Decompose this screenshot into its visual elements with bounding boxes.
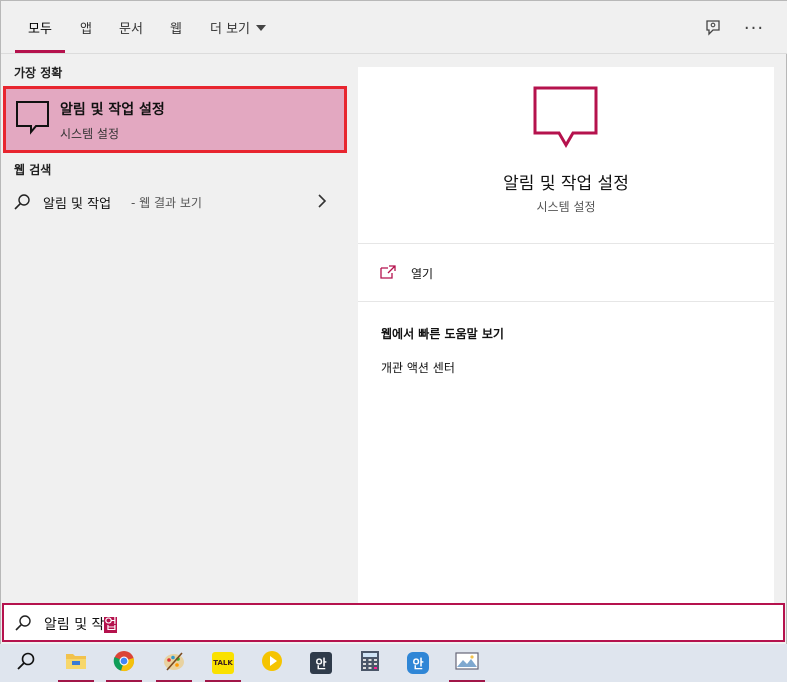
notification-icon (531, 85, 601, 155)
web-result-suffix: - 웹 결과 보기 (131, 196, 202, 210)
taskbar-kakaotalk[interactable]: TALK (203, 644, 243, 682)
image-viewer-icon (455, 651, 479, 675)
taskbar: TALK 안 안 (0, 644, 787, 682)
taskbar-hangul-viewer[interactable]: 안 (398, 644, 438, 682)
folder-icon (65, 651, 87, 675)
taskbar-chrome[interactable] (104, 644, 144, 682)
preview-title: 알림 및 작업 설정 (503, 174, 629, 194)
web-help-link[interactable]: 개관 액션 센터 (381, 359, 455, 376)
best-match-title: 알림 및 작업 설정 (60, 102, 165, 118)
best-match-result[interactable]: 알림 및 작업 설정 시스템 설정 (3, 86, 347, 153)
search-icon (16, 651, 36, 675)
taskbar-search-button[interactable] (6, 644, 46, 682)
chevron-right-icon[interactable] (315, 192, 329, 214)
chrome-icon (113, 650, 135, 676)
feedback-icon[interactable] (698, 13, 728, 43)
open-label: 열기 (411, 267, 434, 281)
search-icon (14, 614, 32, 636)
filter-tabs: 모두 앱 문서 웹 더 보기 ··· (1, 1, 787, 54)
open-icon (380, 264, 396, 283)
search-box[interactable]: 알림 및 작업 (2, 603, 785, 642)
taskbar-hangul-editor[interactable]: 안 (301, 644, 341, 682)
divider (358, 301, 774, 302)
chevron-down-icon (256, 24, 266, 31)
tab-more[interactable]: 더 보기 (201, 1, 275, 54)
hangul-viewer-icon: 안 (407, 652, 429, 674)
search-icon (13, 193, 31, 215)
kakaotalk-icon: TALK (212, 652, 234, 674)
best-match-subtitle: 시스템 설정 (60, 127, 120, 141)
preview-pane: 알림 및 작업 설정 시스템 설정 열기 웹에서 빠른 도움말 보기 개관 액션… (358, 67, 774, 603)
taskbar-file-explorer[interactable] (56, 644, 96, 682)
preview-subtitle: 시스템 설정 (536, 200, 596, 214)
web-result-query: 알림 및 작업 (43, 197, 112, 212)
calculator-icon (360, 650, 380, 676)
notification-icon (15, 99, 51, 139)
search-input-composing: 업 (104, 617, 118, 633)
more-options-icon[interactable]: ··· (739, 13, 769, 43)
search-input[interactable]: 알림 및 작업 (44, 614, 118, 634)
play-icon (261, 650, 283, 676)
search-input-text: 알림 및 작 (44, 617, 105, 633)
taskbar-paint[interactable] (154, 644, 194, 682)
search-panel: 모두 앱 문서 웹 더 보기 ··· 가장 정확 알림 및 작업 설정 시스템 … (0, 0, 787, 648)
tab-documents[interactable]: 문서 (109, 1, 153, 54)
web-search-heading: 웹 검색 (14, 163, 52, 177)
open-button[interactable]: 열기 (378, 261, 498, 285)
taskbar-media-player[interactable] (252, 644, 292, 682)
tab-more-label: 더 보기 (209, 22, 250, 37)
hangul-editor-icon: 안 (310, 652, 332, 674)
taskbar-calculator[interactable] (350, 644, 390, 682)
tab-web[interactable]: 웹 (161, 1, 191, 54)
web-help-heading: 웹에서 빠른 도움말 보기 (381, 327, 504, 341)
divider (358, 243, 774, 244)
web-search-result[interactable]: 알림 및 작업 - 웹 결과 보기 (3, 184, 347, 220)
tab-apps[interactable]: 앱 (71, 1, 101, 54)
paint-palette-icon (163, 650, 185, 676)
tab-all[interactable]: 모두 (15, 1, 65, 54)
best-match-heading: 가장 정확 (14, 66, 63, 80)
taskbar-image-viewer[interactable] (447, 644, 487, 682)
